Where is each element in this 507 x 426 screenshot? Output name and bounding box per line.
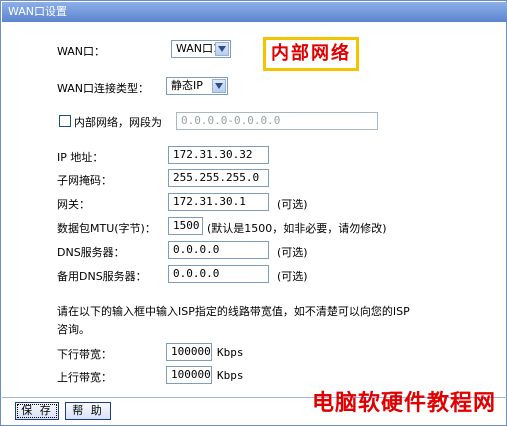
ip-address-label: IP 地址： <box>57 151 104 164</box>
uplink-unit: Kbps <box>217 369 244 382</box>
bandwidth-note-line1: 请在以下的输入框中输入ISP指定的线路带宽值，如不清楚可以向您的ISP <box>57 305 410 318</box>
wan-settings-panel: WAN口设置 WAN口： WAN口1 内部网络 WAN口连接类型： 静态IP 内… <box>0 0 507 426</box>
gateway-optional-note: (可选) <box>277 198 308 211</box>
internal-network-label: 内部网络，网段为 <box>74 116 162 129</box>
secondary-dns-optional-note: (可选) <box>277 270 308 283</box>
downlink-label: 下行带宽： <box>57 348 112 361</box>
mtu-note: (默认是1500，如非必要，请勿修改) <box>207 222 387 235</box>
connection-type-label: WAN口连接类型： <box>57 82 150 95</box>
subnet-mask-input[interactable]: 255.255.255.0 <box>168 169 269 187</box>
dns-input[interactable]: 0.0.0.0 <box>168 241 269 259</box>
chevron-down-icon[interactable] <box>215 42 229 56</box>
ip-address-input[interactable]: 172.31.30.32 <box>168 146 269 164</box>
save-button[interactable]: 保 存 <box>15 402 59 420</box>
uplink-label: 上行带宽： <box>57 371 112 384</box>
connection-type-value: 静态IP <box>171 79 203 92</box>
downlink-input[interactable]: 100000 <box>166 343 212 361</box>
panel-title: WAN口设置 <box>2 2 507 22</box>
subnet-mask-label: 子网掩码： <box>57 174 112 187</box>
chevron-down-icon[interactable] <box>212 79 226 93</box>
internal-network-badge: 内部网络 <box>263 37 359 71</box>
downlink-unit: Kbps <box>217 346 244 359</box>
gateway-label: 网关： <box>57 198 90 211</box>
dns-label: DNS服务器： <box>57 246 125 259</box>
internal-network-range-input[interactable]: 0.0.0.0-0.0.0.0 <box>176 112 378 130</box>
wan-port-select[interactable]: WAN口1 <box>171 40 231 58</box>
help-button[interactable]: 帮 助 <box>65 402 111 420</box>
bandwidth-note-line2: 咨询。 <box>57 323 90 336</box>
internal-network-checkbox[interactable] <box>59 115 71 127</box>
mtu-input[interactable]: 1500 <box>168 217 203 235</box>
mtu-label: 数据包MTU(字节)： <box>57 222 156 235</box>
uplink-input[interactable]: 100000 <box>166 366 212 384</box>
connection-type-select[interactable]: 静态IP <box>166 77 228 95</box>
wan-port-value: WAN口1 <box>176 42 221 55</box>
secondary-dns-input[interactable]: 0.0.0.0 <box>168 265 269 283</box>
dns-optional-note: (可选) <box>277 246 308 259</box>
secondary-dns-label: 备用DNS服务器： <box>57 270 147 283</box>
site-watermark: 电脑软硬件教程网 <box>311 391 496 416</box>
gateway-input[interactable]: 172.31.30.1 <box>168 193 269 211</box>
wan-port-label: WAN口： <box>57 45 106 58</box>
